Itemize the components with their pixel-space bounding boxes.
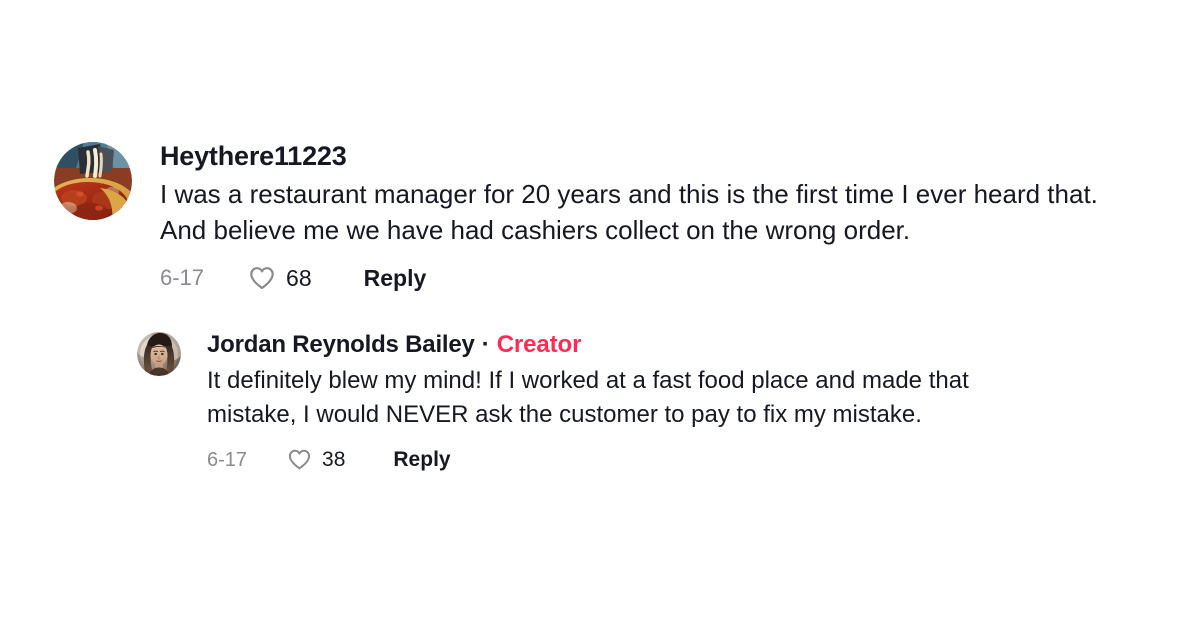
comment-reply: Jordan Reynolds Bailey · Creator It defi… bbox=[137, 330, 1157, 472]
like-group[interactable]: 68 bbox=[248, 264, 312, 292]
heart-icon[interactable] bbox=[287, 447, 312, 472]
comment-body: Heythere11223 I was a restaurant manager… bbox=[160, 140, 1164, 292]
comment-body: Jordan Reynolds Bailey · Creator It defi… bbox=[207, 330, 1157, 472]
comment-meta-row: 6-17 38 Reply bbox=[207, 447, 1157, 472]
pizza-photo-avatar[interactable] bbox=[54, 142, 132, 220]
reply-button[interactable]: Reply bbox=[393, 447, 450, 472]
heart-icon[interactable] bbox=[248, 264, 276, 292]
comment-date: 6-17 bbox=[207, 448, 248, 471]
author-separator-dot: · bbox=[481, 331, 490, 358]
like-group[interactable]: 38 bbox=[287, 447, 345, 472]
comment-author-name[interactable]: Jordan Reynolds Bailey bbox=[207, 330, 475, 359]
comment-author-name[interactable]: Heythere11223 bbox=[160, 140, 347, 172]
like-count: 38 bbox=[322, 448, 346, 471]
creator-badge: Creator bbox=[496, 331, 582, 358]
comment-text: It definitely blew my mind! If I worked … bbox=[207, 367, 969, 428]
author-line: Heythere11223 bbox=[160, 140, 1164, 172]
comment-text: I was a restaurant manager for 20 years … bbox=[160, 179, 1098, 245]
comment-meta-row: 6-17 68 Reply bbox=[160, 264, 1164, 292]
portrait-photo-avatar[interactable] bbox=[137, 332, 181, 376]
like-count: 68 bbox=[286, 264, 312, 291]
comment-thread: Heythere11223 I was a restaurant manager… bbox=[0, 0, 1200, 628]
comment-root: Heythere11223 I was a restaurant manager… bbox=[54, 140, 1164, 292]
comment-date: 6-17 bbox=[160, 265, 205, 290]
reply-button[interactable]: Reply bbox=[364, 265, 427, 292]
author-line: Jordan Reynolds Bailey · Creator bbox=[207, 330, 1157, 359]
